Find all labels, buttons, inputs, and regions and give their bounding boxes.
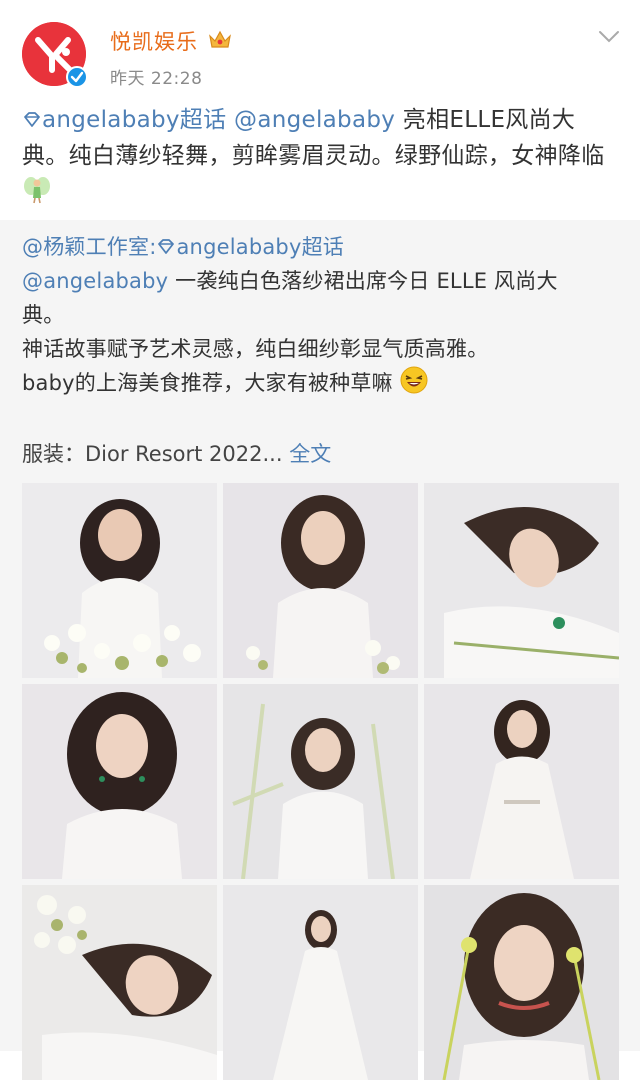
topic-link[interactable]: angelababy超话 [22, 107, 226, 133]
repost-card[interactable]: @杨颖工作室: angelababy超话 @angelababy 一袭纯白色落纱裙… [0, 220, 640, 1080]
username[interactable]: 悦凯娱乐 [110, 26, 198, 56]
repost-text-line: baby的上海美食推荐，大家有被种草嘛 [22, 371, 400, 395]
fairy-emoji-icon [24, 177, 50, 204]
photo-3[interactable] [424, 483, 619, 678]
verified-badge-icon [66, 66, 88, 88]
repost-meta: 服装：Dior Resort 2022... 全文 [22, 442, 332, 466]
repost-text-line: 神话故事赋予艺术灵感，纯白细纱彰显气质高雅。 [22, 337, 489, 361]
repost-body: @杨颖工作室: angelababy超话 @angelababy 一袭纯白色落纱裙… [22, 230, 618, 400]
repost-text-line: 一袭纯白色落纱裙出席今日 ELLE 风尚大 [168, 269, 558, 293]
repost-text-line: 典。 [22, 303, 65, 327]
post-body: angelababy超话 @angelababy 亮相ELLE风尚大典。纯白薄纱… [22, 102, 618, 211]
laughing-emoji-icon [400, 366, 428, 394]
repost-mention-link[interactable]: @angelababy [22, 269, 168, 293]
photo-2[interactable] [223, 483, 418, 678]
repost-topic-link[interactable]: angelababy超话 [156, 235, 344, 259]
diamond-icon [24, 112, 40, 127]
photo-6[interactable] [424, 684, 619, 879]
photo-5[interactable] [223, 684, 418, 879]
mention-link[interactable]: @angelababy [234, 107, 395, 133]
photo-1[interactable] [22, 483, 217, 678]
crown-icon [209, 30, 231, 48]
post-header: 悦凯娱乐 昨天 22:28 [0, 0, 640, 100]
photo-4[interactable] [22, 684, 217, 879]
fulltext-link[interactable]: 全文 [289, 442, 331, 466]
repost-author-link[interactable]: @杨颖工作室: [22, 235, 156, 259]
diamond-icon [158, 239, 175, 254]
post-timestamp: 昨天 22:28 [110, 69, 203, 89]
chevron-down-icon[interactable] [598, 28, 620, 44]
